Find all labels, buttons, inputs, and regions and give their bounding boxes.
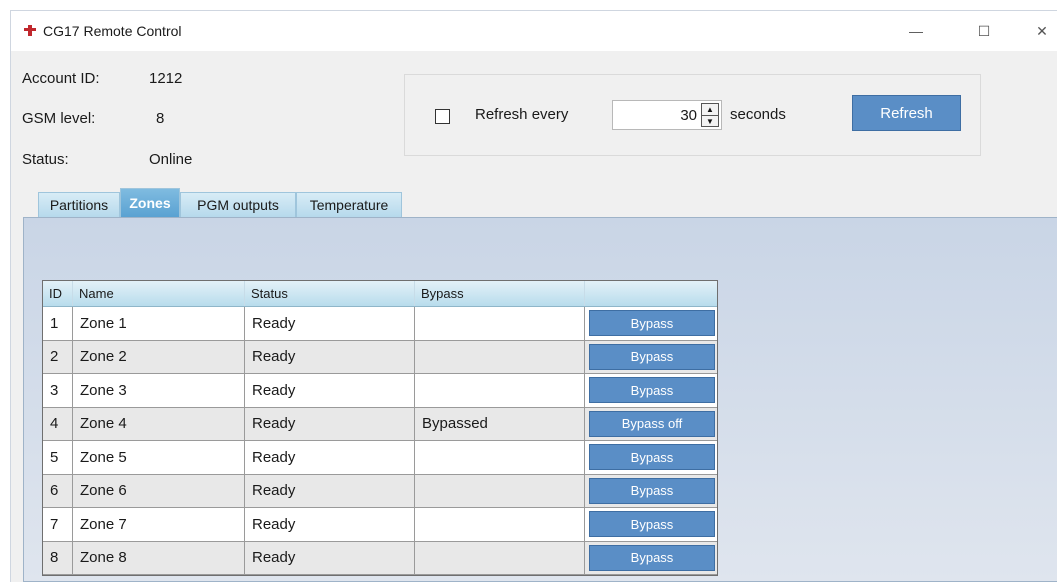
zone-name: Zone 7 <box>73 508 245 541</box>
zone-id: 3 <box>43 374 73 407</box>
bypass-button[interactable]: Bypass <box>589 343 715 370</box>
header-name[interactable]: Name <box>73 281 245 306</box>
zone-bypass-state: Bypassed <box>415 407 585 440</box>
refresh-interval-input[interactable]: 30 ▲ ▼ <box>612 100 722 130</box>
bypass-off-button[interactable]: Bypass off <box>589 410 715 437</box>
spin-up-icon[interactable]: ▲ <box>702 104 718 116</box>
status-value: Online <box>149 151 193 168</box>
zone-bypass-state <box>415 508 585 541</box>
minimize-icon: — <box>909 23 923 39</box>
gsm-level-label: GSM level: <box>22 110 96 127</box>
title-bar: CG17 Remote Control — ☐ ✕ <box>11 11 1057 51</box>
tab-temperature[interactable]: Temperature <box>296 192 402 217</box>
spin-down-icon[interactable]: ▼ <box>702 116 718 127</box>
table-row[interactable]: 3 Zone 3 Ready Bypass <box>43 374 717 408</box>
header-status[interactable]: Status <box>245 281 415 306</box>
zone-status: Ready <box>245 374 415 407</box>
zone-id: 5 <box>43 441 73 474</box>
bypass-button[interactable]: Bypass <box>589 477 715 504</box>
refresh-group: Refresh every 30 ▲ ▼ seconds Refresh <box>404 74 981 156</box>
table-row[interactable]: 6 Zone 6 Ready Bypass <box>43 474 717 508</box>
table-header: ID Name Status Bypass <box>43 281 717 307</box>
close-button[interactable]: ✕ <box>1019 11 1057 51</box>
zone-status: Ready <box>245 541 415 574</box>
account-id-value: 1212 <box>149 70 183 87</box>
bypass-button[interactable]: Bypass <box>589 377 715 403</box>
zone-action-cell: Bypass <box>585 374 717 407</box>
zone-bypass-state <box>415 340 585 373</box>
zone-name: Zone 6 <box>73 474 245 507</box>
table-row[interactable]: 5 Zone 5 Ready Bypass <box>43 441 717 475</box>
zone-action-cell: Bypass off <box>585 408 717 441</box>
zone-action-cell: Bypass <box>585 341 717 374</box>
table-row[interactable]: 7 Zone 7 Ready Bypass <box>43 508 717 542</box>
account-id-label: Account ID: <box>22 70 100 87</box>
zone-bypass-state <box>415 374 585 407</box>
zone-bypass-state <box>415 541 585 574</box>
zone-status: Ready <box>245 307 415 340</box>
zone-id: 7 <box>43 508 73 541</box>
zone-status: Ready <box>245 441 415 474</box>
tab-zones[interactable]: Zones <box>120 188 180 217</box>
zone-bypass-state <box>415 474 585 507</box>
zone-name: Zone 4 <box>73 407 245 440</box>
zone-action-cell: Bypass <box>585 307 717 340</box>
app-window: CG17 Remote Control — ☐ ✕ Account ID: 12… <box>10 10 1057 582</box>
bypass-button[interactable]: Bypass <box>589 511 715 537</box>
table-row[interactable]: 2 Zone 2 Ready Bypass <box>43 340 717 374</box>
tab-pgm-outputs[interactable]: PGM outputs <box>180 192 296 217</box>
zone-status: Ready <box>245 508 415 541</box>
zone-action-cell: Bypass <box>585 441 717 474</box>
zone-name: Zone 3 <box>73 374 245 407</box>
window-title: CG17 Remote Control <box>43 23 182 39</box>
header-bypass[interactable]: Bypass <box>415 281 585 306</box>
table-row[interactable]: 1 Zone 1 Ready Bypass <box>43 307 717 341</box>
refresh-interval-value: 30 <box>680 107 697 124</box>
zone-action-cell: Bypass <box>585 475 717 508</box>
zone-status: Ready <box>245 474 415 507</box>
header-action <box>585 281 717 306</box>
zone-name: Zone 8 <box>73 541 245 574</box>
zones-table: ID Name Status Bypass 1 Zone 1 Ready Byp… <box>42 280 718 576</box>
zone-id: 6 <box>43 474 73 507</box>
zone-name: Zone 1 <box>73 307 245 340</box>
zone-id: 4 <box>43 407 73 440</box>
zone-status: Ready <box>245 407 415 440</box>
refresh-checkbox[interactable] <box>435 109 450 124</box>
bypass-button[interactable]: Bypass <box>589 310 715 336</box>
zone-status: Ready <box>245 340 415 373</box>
zone-id: 2 <box>43 340 73 373</box>
tab-partitions[interactable]: Partitions <box>38 192 120 217</box>
bypass-button[interactable]: Bypass <box>589 444 715 470</box>
zone-name: Zone 2 <box>73 340 245 373</box>
status-label: Status: <box>22 151 69 168</box>
zone-action-cell: Bypass <box>585 542 717 575</box>
app-icon <box>24 25 36 36</box>
zone-name: Zone 5 <box>73 441 245 474</box>
refresh-button[interactable]: Refresh <box>852 95 961 131</box>
maximize-icon: ☐ <box>977 22 991 39</box>
close-icon: ✕ <box>1036 22 1048 39</box>
bypass-button[interactable]: Bypass <box>589 544 715 571</box>
minimize-button[interactable]: — <box>893 11 939 51</box>
zone-id: 1 <box>43 307 73 340</box>
gsm-level-value: 8 <box>156 110 165 127</box>
header-id[interactable]: ID <box>43 281 73 306</box>
zone-bypass-state <box>415 307 585 340</box>
interval-spinner[interactable]: ▲ ▼ <box>701 103 719 127</box>
table-row[interactable]: 8 Zone 8 Ready Bypass <box>43 541 717 575</box>
table-row[interactable]: 4 Zone 4 Ready Bypassed Bypass off <box>43 407 717 441</box>
zone-id: 8 <box>43 541 73 574</box>
seconds-label: seconds <box>730 106 786 123</box>
zone-action-cell: Bypass <box>585 508 717 541</box>
refresh-every-label: Refresh every <box>475 106 569 123</box>
maximize-button[interactable]: ☐ <box>961 11 1007 51</box>
zone-bypass-state <box>415 441 585 474</box>
